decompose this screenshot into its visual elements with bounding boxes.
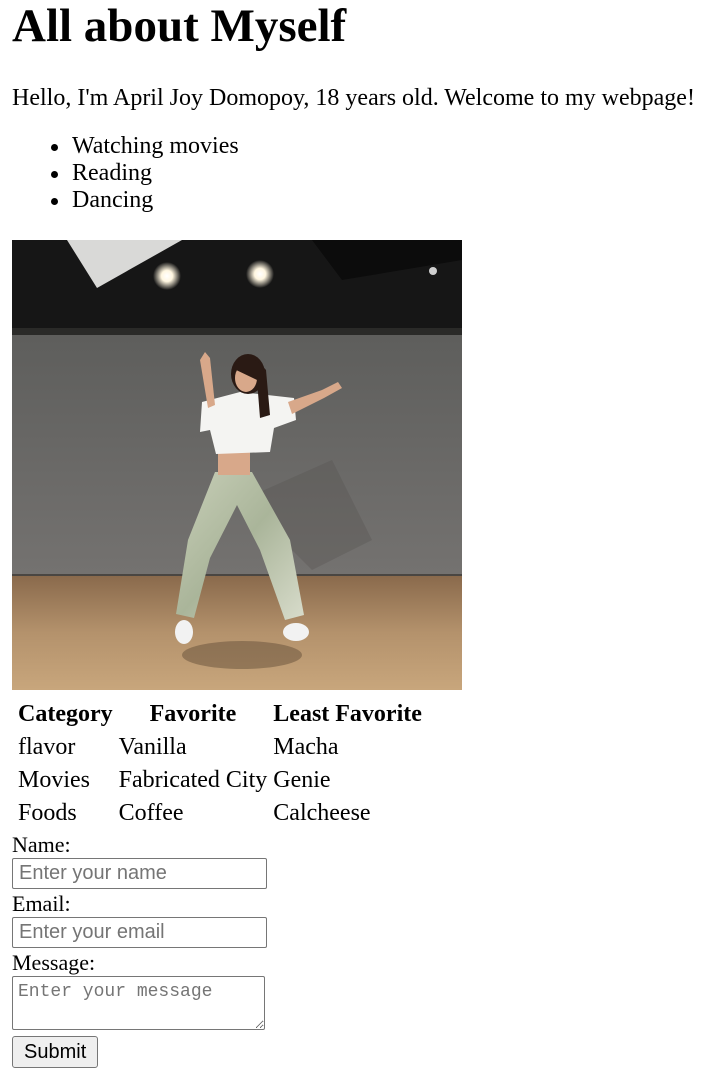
page-title: All about Myself: [12, 0, 347, 52]
favorites-table: Category Favorite Least Favorite flavor …: [14, 698, 426, 830]
contact-form: Name: Email: Message: Submit: [12, 832, 312, 1068]
table-cell: flavor: [18, 734, 76, 760]
table-cell: Movies: [18, 767, 90, 793]
column-header-favorite: Favorite: [149, 701, 237, 727]
name-label: Name:: [12, 832, 71, 857]
table-row: Movies Fabricated City Genie: [16, 764, 424, 797]
table-row: Foods Coffee Calcheese: [16, 797, 424, 830]
list-item: Dancing: [51, 187, 239, 214]
email-input[interactable]: [12, 917, 267, 948]
email-label: Email:: [12, 891, 71, 916]
column-header-category: Category: [18, 701, 113, 727]
table-cell: Macha: [273, 734, 339, 760]
list-item: Watching movies: [51, 133, 239, 159]
table-cell: Foods: [18, 800, 77, 826]
submit-button[interactable]: Submit: [12, 1036, 99, 1068]
table-cell: Fabricated City: [118, 767, 268, 793]
table-cell: Genie: [273, 767, 331, 793]
dancer-photo: [12, 240, 462, 690]
table-cell: Calcheese: [273, 800, 371, 826]
table-cell: Coffee: [118, 800, 184, 826]
table-header-row: Category Favorite Least Favorite: [16, 698, 424, 731]
name-input[interactable]: [12, 858, 267, 889]
intro-text: Hello, I'm April Joy Domopoy, 18 years o…: [12, 85, 695, 111]
column-header-least-favorite: Least Favorite: [273, 701, 422, 727]
message-label: Message:: [12, 950, 96, 975]
hobbies-list: Watching movies Reading Dancing: [12, 133, 239, 214]
table-cell: Vanilla: [118, 734, 187, 760]
message-textarea[interactable]: [12, 976, 265, 1030]
table-row: flavor Vanilla Macha: [16, 731, 424, 764]
list-item: Reading: [51, 160, 239, 187]
